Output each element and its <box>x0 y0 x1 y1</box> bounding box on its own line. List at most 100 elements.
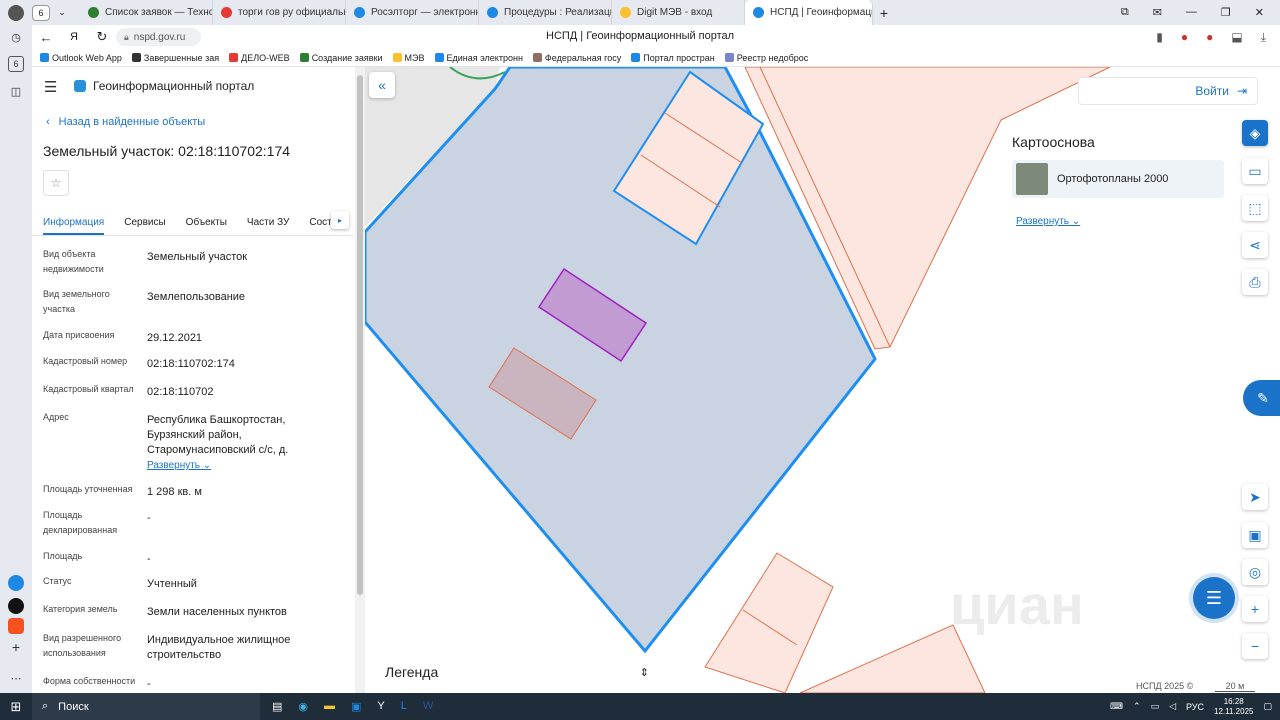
property-value: Республика Башкортостан, Бурзянский райо… <box>147 414 289 456</box>
orthophoto-thumbnail <box>1016 163 1048 195</box>
browser-tab[interactable]: Процедуры : Реализация <box>479 0 612 25</box>
tab-1[interactable]: Сервисы <box>124 209 165 235</box>
address-expand-link[interactable]: Развернуть ⌄ <box>147 460 211 471</box>
browser-tab[interactable]: Digit МЭВ - вход <box>612 0 745 25</box>
reload-icon[interactable]: ↻ <box>88 29 116 45</box>
history-icon[interactable]: ◷ <box>8 29 24 45</box>
ruler-icon[interactable]: ▭ <box>1242 158 1268 184</box>
favorite-button[interactable]: ☆ <box>43 170 69 196</box>
extension-icon-1[interactable]: ● <box>1181 30 1188 45</box>
notifications-icon[interactable]: ✉ <box>1153 6 1162 19</box>
select-area-icon[interactable]: ⬚ <box>1242 195 1268 221</box>
browser-tab[interactable]: НСПД | Геоинформаци✕ <box>745 0 873 25</box>
property-label: Площадь декларированная <box>43 510 118 535</box>
browser-tab[interactable]: торги гов ру официальны <box>213 0 346 25</box>
bookmark-item[interactable]: МЭВ <box>392 53 425 63</box>
add-app-icon[interactable]: + <box>8 639 24 655</box>
tray-chevron-icon[interactable]: ⌃ <box>1133 701 1141 712</box>
navigate-icon[interactable]: ➤ <box>1242 484 1268 510</box>
clock[interactable]: 16:28 12.11.2025 <box>1214 697 1253 717</box>
bookmark-item[interactable]: Федеральная госу <box>532 53 621 63</box>
hamburger-icon[interactable]: ☰ <box>44 78 57 96</box>
basemap-expand-link[interactable]: Развернуть ⌄ <box>1016 216 1080 227</box>
minimize-button[interactable]: — <box>1186 6 1197 19</box>
edge-icon[interactable]: ◉ <box>298 700 308 713</box>
minimap-icon[interactable]: ▣ <box>1242 522 1268 548</box>
network-icon[interactable]: ▭ <box>1151 701 1160 712</box>
share-icon[interactable]: ⋖ <box>1242 232 1268 258</box>
tab-favicon <box>487 7 498 18</box>
bookmark-item[interactable]: Создание заявки <box>299 53 383 63</box>
app-icon-2[interactable] <box>8 598 24 614</box>
profile-avatar[interactable] <box>0 0 32 25</box>
panel-scrollbar[interactable] <box>355 67 365 693</box>
object-info-panel: ☰ Геоинформационный портал ‹ Назад в най… <box>32 67 365 693</box>
task-view-icon[interactable]: ▤ <box>272 700 282 713</box>
print-icon[interactable]: ⎙ <box>1242 269 1268 295</box>
browser-tab[interactable]: Список заявок — ТехноК <box>80 0 213 25</box>
collapse-panel-button[interactable]: « <box>369 72 395 98</box>
login-button[interactable]: Войти ⇥ <box>1078 77 1258 105</box>
tab-0[interactable]: Информация <box>43 209 105 235</box>
adjacent-building-south[interactable] <box>704 552 834 693</box>
layers-button[interactable]: ◈ <box>1242 120 1268 146</box>
back-icon[interactable]: ← <box>32 30 60 45</box>
app-icon-3[interactable] <box>8 618 24 634</box>
screenshot-icon[interactable]: ◫ <box>8 83 24 99</box>
bookmark-item[interactable]: Outlook Web App <box>40 53 122 63</box>
geolocation-icon[interactable]: ◎ <box>1242 559 1268 585</box>
more-icon[interactable]: ⋯ <box>8 670 24 686</box>
collections-icon[interactable]: ⧉ <box>1121 6 1129 19</box>
downloads-icon[interactable]: ⬓ <box>1231 30 1242 45</box>
bookmark-item[interactable]: Портал простран <box>631 53 715 63</box>
new-tab-button[interactable]: + <box>873 5 895 21</box>
download-arrow-icon[interactable]: ⤓ <box>1261 30 1266 45</box>
yandex-browser-icon[interactable]: Y <box>377 700 384 713</box>
keyboard-icon[interactable]: ⌨ <box>1110 701 1123 712</box>
volume-icon[interactable]: ◁ <box>1169 701 1176 712</box>
tab-count-icon[interactable]: 6 <box>8 56 24 72</box>
zoom-out-button[interactable]: − <box>1242 633 1268 659</box>
bookmark-item[interactable]: ДЕЛО-WEB <box>229 53 290 63</box>
legend-bar[interactable]: Легенда ⇕ <box>373 657 661 687</box>
tabs-menu-button[interactable]: ⌄ <box>54 5 70 21</box>
map-view[interactable]: циан « Войти ⇥ Картооснова Ортофотопланы… <box>365 67 1280 693</box>
basemap-panel: Картооснова Ортофотопланы 2000 Развернут… <box>1001 122 1229 237</box>
back-link[interactable]: ‹ Назад в найденные объекты <box>46 116 205 128</box>
chat-button[interactable]: ☰ <box>1193 577 1235 619</box>
browser-tab[interactable]: Росэлторг — электронная <box>346 0 479 25</box>
bookmark-item[interactable]: Завершенные зая <box>131 53 219 63</box>
tab-label: торги гов ру официальны <box>238 7 346 18</box>
url-field[interactable]: 🔒︎ nspd.gov.ru <box>116 28 201 46</box>
tab-count-badge[interactable]: 6 <box>32 4 50 21</box>
property-label: Кадастровый квартал <box>43 384 134 394</box>
tab-3[interactable]: Части ЗУ <box>247 209 289 235</box>
yandex-icon[interactable]: Я <box>60 31 88 43</box>
explorer-icon[interactable]: ▬ <box>324 700 335 713</box>
tab-2[interactable]: Объекты <box>186 209 227 235</box>
outlook-icon[interactable]: ▣ <box>351 700 361 713</box>
extension-icon-2[interactable]: ● <box>1206 30 1213 45</box>
expand-legend-icon: ⇕ <box>639 666 649 679</box>
bookmark-icon[interactable]: ▮ <box>1156 30 1163 45</box>
bookmark-item[interactable]: Реестр недоброс <box>724 53 808 63</box>
word-icon[interactable]: W <box>423 700 433 713</box>
tab-label: Список заявок — ТехноК <box>105 7 213 18</box>
bookmark-icon <box>131 53 141 62</box>
windows-start-icon[interactable]: ⊞ <box>0 699 32 715</box>
taskbar-search[interactable]: ⌕ Поиск <box>32 693 260 720</box>
notification-center-icon[interactable]: ▢ <box>1263 701 1272 712</box>
close-window-button[interactable]: ✕ <box>1255 6 1264 19</box>
tabs-scroll-button[interactable]: ▸ <box>331 211 349 229</box>
restore-button[interactable]: ❐ <box>1221 6 1231 19</box>
scroll-thumb[interactable] <box>357 75 363 595</box>
basemap-item[interactable]: Ортофотопланы 2000 <box>1012 160 1224 198</box>
zoom-in-button[interactable]: + <box>1242 596 1268 622</box>
bookmark-item[interactable]: Единая электронн <box>434 53 523 63</box>
app-icon-1[interactable] <box>8 575 24 591</box>
search-icon: ⌕ <box>42 700 49 712</box>
feedback-button[interactable]: ✎ <box>1243 380 1280 416</box>
lync-icon[interactable]: L <box>401 700 407 713</box>
object-title: Земельный участок: 02:18:110702:174 <box>43 143 291 159</box>
language-indicator[interactable]: РУС <box>1186 702 1204 712</box>
